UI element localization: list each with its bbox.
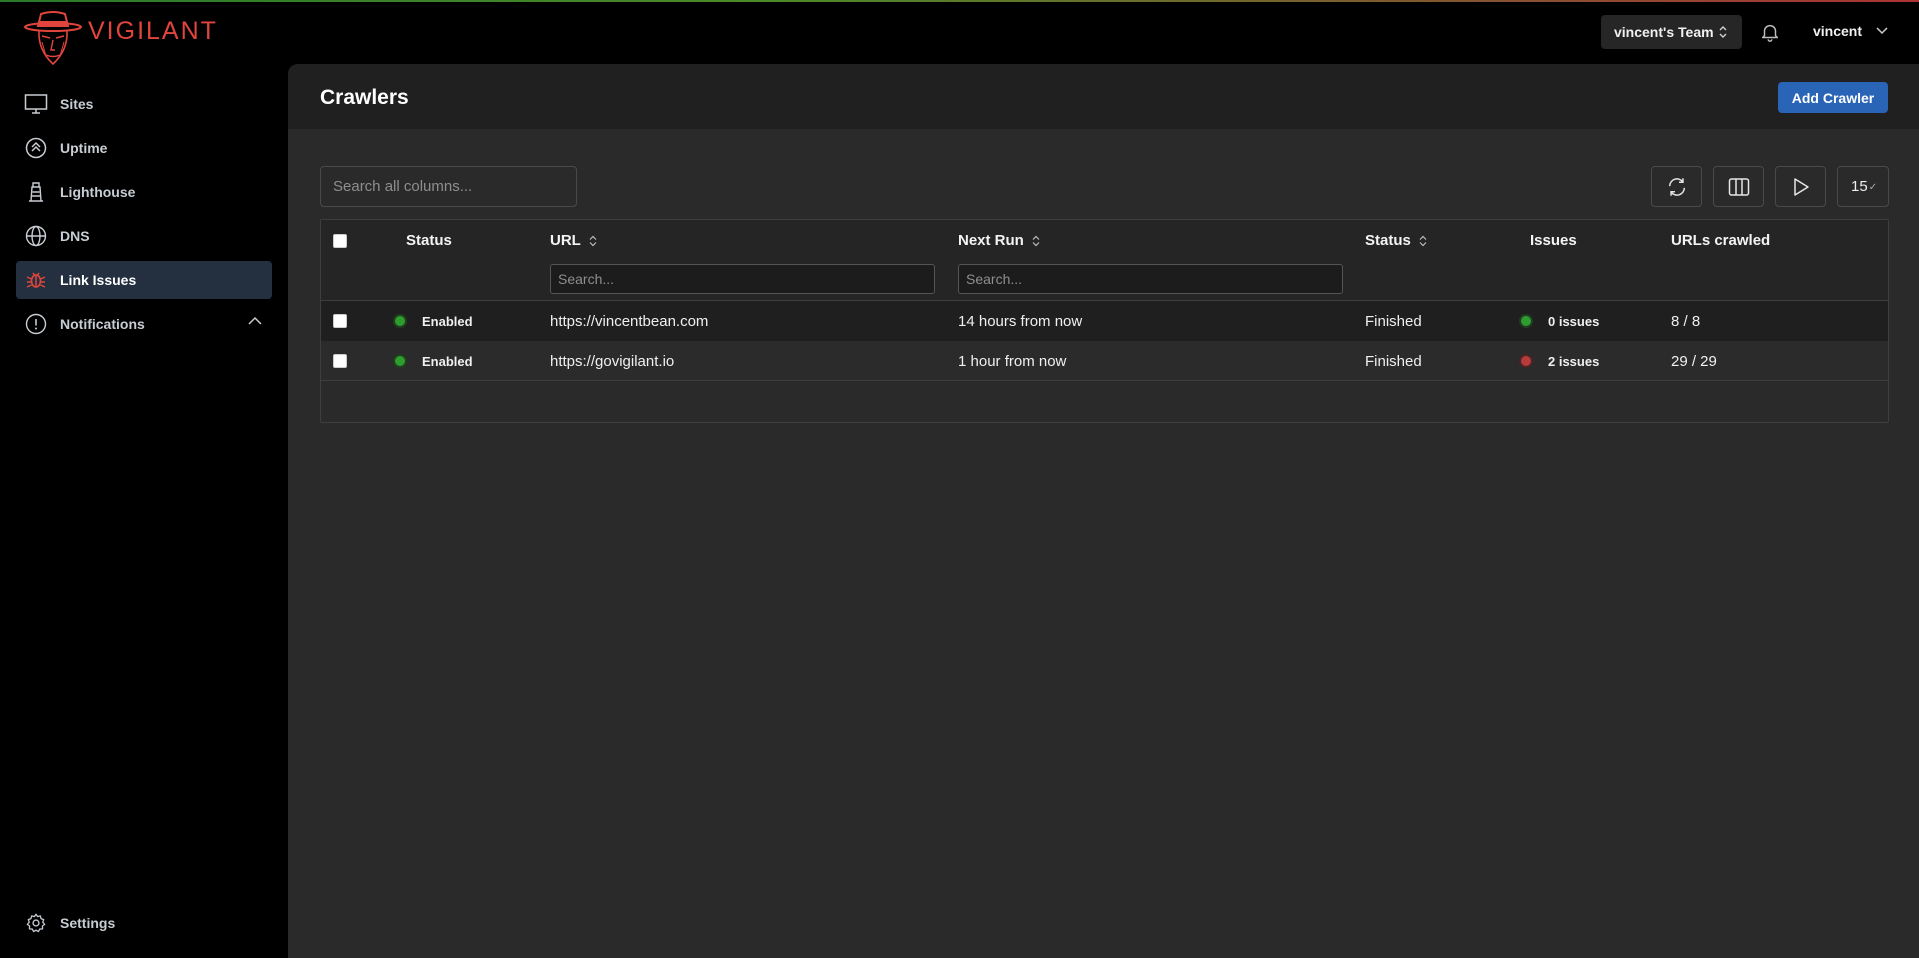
sidebar-item-notifications[interactable]: Notifications — [16, 305, 272, 343]
uptime-icon — [24, 136, 48, 160]
user-name: vincent — [1813, 23, 1863, 39]
play-icon — [1793, 177, 1809, 196]
column-header-status[interactable]: Status — [1365, 232, 1427, 249]
team-name: vincent's Team — [1614, 24, 1714, 40]
sort-icon — [589, 235, 597, 246]
sidebar-item-label: Link Issues — [60, 272, 137, 288]
url-cell[interactable]: https://govigilant.io — [550, 353, 674, 370]
monitor-icon — [24, 92, 48, 116]
page-size-value: 15 — [1851, 178, 1868, 195]
sort-icon — [1032, 235, 1040, 246]
lighthouse-icon — [24, 180, 48, 204]
search-all-columns-input[interactable] — [320, 166, 577, 207]
column-header-issues: Issues — [1530, 232, 1577, 249]
column-header-label: URL — [550, 232, 581, 249]
refresh-icon — [1668, 177, 1685, 196]
columns-icon — [1728, 177, 1749, 196]
page-size-select[interactable]: 15 ✓ — [1837, 166, 1889, 207]
add-crawler-button[interactable]: Add Crawler — [1778, 82, 1888, 113]
team-select[interactable]: vincent's Team — [1601, 15, 1742, 49]
notifications-button[interactable] — [1759, 21, 1781, 48]
bell-icon — [1761, 24, 1779, 42]
alert-circle-icon — [24, 312, 48, 336]
bug-icon — [24, 268, 48, 292]
refresh-button[interactable] — [1651, 166, 1702, 207]
sidebar-item-link-issues[interactable]: Link Issues — [16, 261, 272, 299]
enabled-cell: Enabled — [422, 314, 473, 329]
enabled-status-dot — [395, 316, 405, 326]
next-run-column-search-input[interactable] — [958, 264, 1343, 294]
page-header: Crawlers Add Crawler — [288, 64, 1919, 129]
table-row[interactable]: Enabled https://vincentbean.com 14 hours… — [321, 301, 1888, 341]
urls-crawled-cell: 8 / 8 — [1671, 313, 1701, 330]
issues-status-dot — [1521, 356, 1531, 366]
sidebar-item-label: Notifications — [60, 316, 145, 332]
crawlers-table: Status URL Next Run Status Issues URLs c… — [320, 219, 1889, 423]
main-panel: Crawlers Add Crawler 15✓ Status URL Next… — [288, 64, 1919, 958]
chevron-up-icon[interactable] — [248, 316, 262, 325]
issues-cell[interactable]: 2 issues — [1548, 354, 1599, 369]
next-run-cell: 1 hour from now — [958, 353, 1067, 370]
top-accent-line — [0, 0, 1919, 2]
issues-cell[interactable]: 0 issues — [1548, 314, 1599, 329]
brand-name: VIGILANT — [88, 16, 218, 45]
spy-hat-logo-icon — [24, 11, 82, 66]
column-header-label: Next Run — [958, 232, 1024, 249]
status-cell: Finished — [1365, 313, 1422, 330]
urls-crawled-cell: 29 / 29 — [1671, 353, 1717, 370]
column-header-url[interactable]: URL — [550, 232, 597, 249]
table-header: Status URL Next Run Status Issues URLs c… — [321, 220, 1888, 301]
sort-icon — [1419, 235, 1427, 246]
sidebar-item-label: Uptime — [60, 140, 108, 156]
sidebar-item-dns[interactable]: DNS — [16, 217, 272, 255]
columns-button[interactable] — [1713, 166, 1764, 207]
column-header-enabled[interactable]: Status — [406, 232, 452, 249]
page-title: Crawlers — [320, 86, 409, 109]
sidebar-item-uptime[interactable]: Uptime — [16, 129, 272, 167]
url-column-search-input[interactable] — [550, 264, 935, 294]
sidebar-item-settings[interactable]: Settings — [16, 905, 272, 941]
select-all-checkbox[interactable] — [333, 234, 347, 248]
sidebar-item-label: DNS — [60, 228, 90, 244]
row-checkbox[interactable] — [333, 314, 347, 328]
next-run-cell: 14 hours from now — [958, 313, 1083, 330]
user-menu[interactable]: vincent — [1813, 23, 1888, 39]
status-cell: Finished — [1365, 353, 1422, 370]
sidebar-item-label: Lighthouse — [60, 184, 136, 200]
column-header-next-run[interactable]: Next Run — [958, 232, 1040, 249]
enabled-status-dot — [395, 356, 405, 366]
chevron-down-icon: ✓ — [1868, 182, 1878, 193]
table-row[interactable]: Enabled https://govigilant.io 1 hour fro… — [321, 341, 1888, 381]
column-header-urls-crawled: URLs crawled — [1671, 232, 1771, 249]
sidebar-item-lighthouse[interactable]: Lighthouse — [16, 173, 272, 211]
chevron-up-down-icon — [1719, 26, 1727, 38]
sidebar-item-label: Sites — [60, 96, 94, 112]
enabled-cell: Enabled — [422, 354, 473, 369]
column-header-label: Status — [1365, 232, 1411, 249]
gear-icon — [24, 911, 48, 935]
row-checkbox[interactable] — [333, 354, 347, 368]
logo[interactable]: VIGILANT — [22, 10, 218, 68]
globe-icon — [24, 224, 48, 248]
run-button[interactable] — [1775, 166, 1826, 207]
settings-label: Settings — [60, 915, 116, 931]
url-cell[interactable]: https://vincentbean.com — [550, 313, 708, 330]
issues-status-dot — [1521, 316, 1531, 326]
sidebar-item-sites[interactable]: Sites — [16, 85, 272, 123]
chevron-down-icon — [1876, 27, 1888, 35]
